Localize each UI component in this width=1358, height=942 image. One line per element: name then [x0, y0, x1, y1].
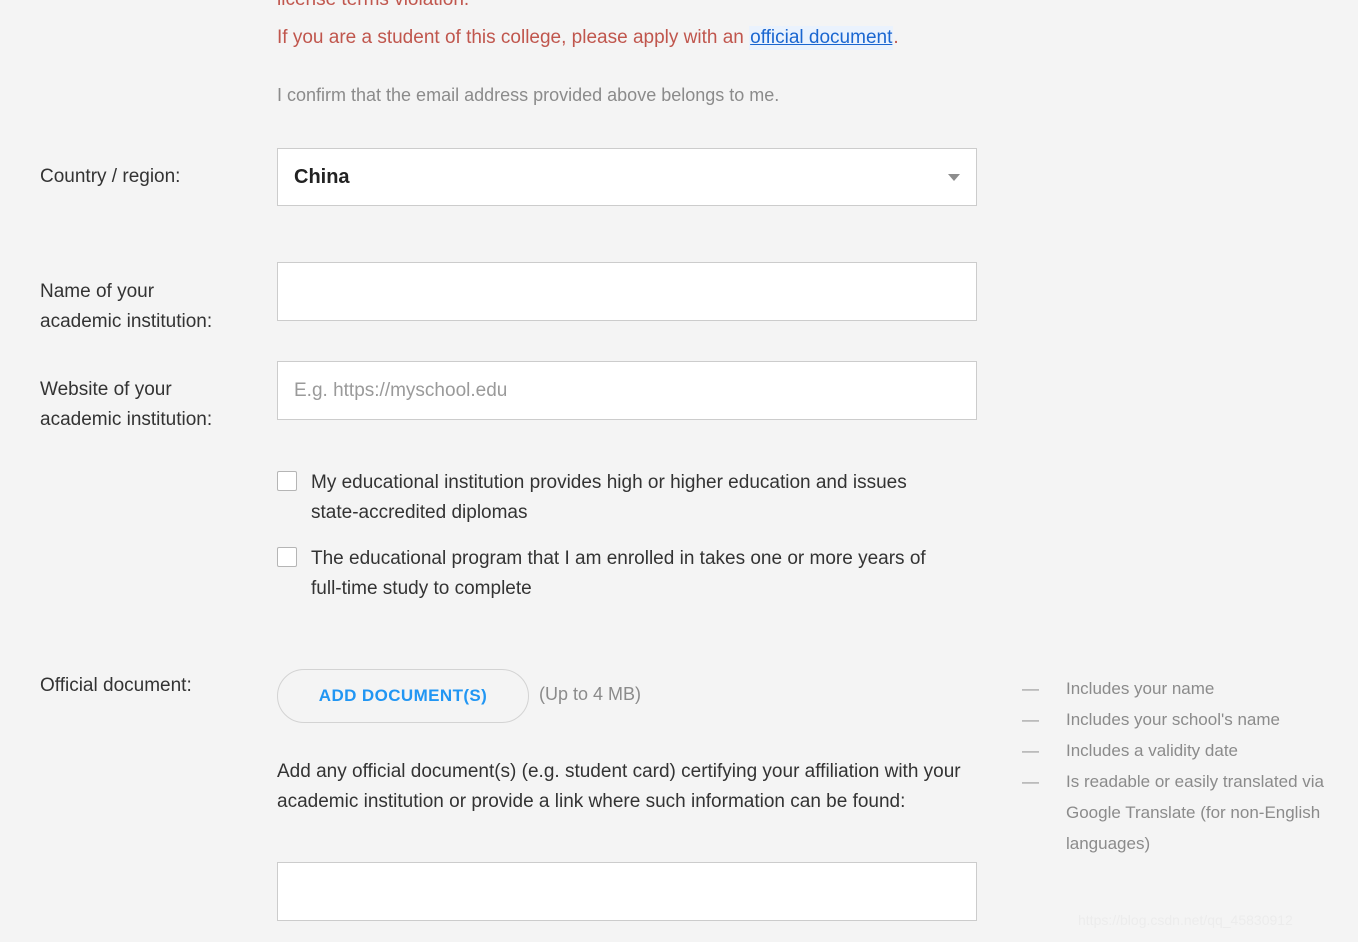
- official-document-instructions: Add any official document(s) (e.g. stude…: [277, 757, 967, 817]
- list-item: — Includes your name: [1022, 673, 1352, 704]
- institution-name-label-line2: academic institution:: [40, 307, 275, 337]
- dash-bullet-icon: —: [1022, 673, 1039, 704]
- requirement-text: Includes a validity date: [1066, 741, 1238, 760]
- requirement-text: Is readable or easily translated via Goo…: [1066, 772, 1324, 853]
- add-documents-button[interactable]: ADD DOCUMENT(S): [277, 669, 529, 723]
- dash-bullet-icon: —: [1022, 735, 1039, 766]
- list-item: — Includes a validity date: [1022, 735, 1352, 766]
- checkbox-row-accredited[interactable]: My educational institution provides high…: [277, 468, 957, 528]
- dash-bullet-icon: —: [1022, 766, 1039, 797]
- file-size-note: (Up to 4 MB): [539, 684, 641, 705]
- country-region-select[interactable]: China: [277, 148, 977, 206]
- checkbox-accredited[interactable]: [277, 471, 297, 491]
- requirement-text: Includes your school's name: [1066, 710, 1280, 729]
- checkbox-row-fulltime[interactable]: The educational program that I am enroll…: [277, 544, 957, 604]
- email-confirmation-text: I confirm that the email address provide…: [277, 82, 1037, 108]
- checkbox-accredited-label: My educational institution provides high…: [311, 468, 957, 528]
- country-region-label: Country / region:: [40, 162, 275, 192]
- list-item: — Includes your school's name: [1022, 704, 1352, 735]
- checkbox-fulltime[interactable]: [277, 547, 297, 567]
- official-document-link[interactable]: official document: [749, 26, 893, 50]
- student-warning-line: If you are a student of this college, pl…: [277, 24, 1037, 52]
- clipped-warning-line: license terms violation.: [277, 0, 977, 14]
- document-link-input[interactable]: [277, 862, 977, 921]
- dash-bullet-icon: —: [1022, 704, 1039, 735]
- institution-website-label-line2: academic institution:: [40, 405, 275, 435]
- requirement-text: Includes your name: [1066, 679, 1214, 698]
- official-document-label: Official document:: [40, 671, 275, 701]
- document-requirements-list: — Includes your name — Includes your sch…: [1022, 673, 1352, 859]
- institution-name-input[interactable]: [277, 262, 977, 321]
- institution-name-label-line1: Name of your: [40, 277, 275, 307]
- institution-website-input[interactable]: [277, 361, 977, 420]
- student-warning-prefix: If you are a student of this college, pl…: [277, 27, 749, 48]
- chevron-down-icon: [948, 174, 960, 181]
- checkbox-fulltime-label: The educational program that I am enroll…: [311, 544, 957, 604]
- application-form-page: license terms violation. If you are a st…: [0, 0, 1358, 942]
- list-item: — Is readable or easily translated via G…: [1022, 766, 1352, 859]
- country-region-value: China: [294, 149, 350, 205]
- watermark: https://blog.csdn.net/qq_45830912: [1078, 912, 1293, 928]
- institution-website-label-line1: Website of your: [40, 375, 275, 405]
- student-warning-suffix: .: [893, 27, 898, 48]
